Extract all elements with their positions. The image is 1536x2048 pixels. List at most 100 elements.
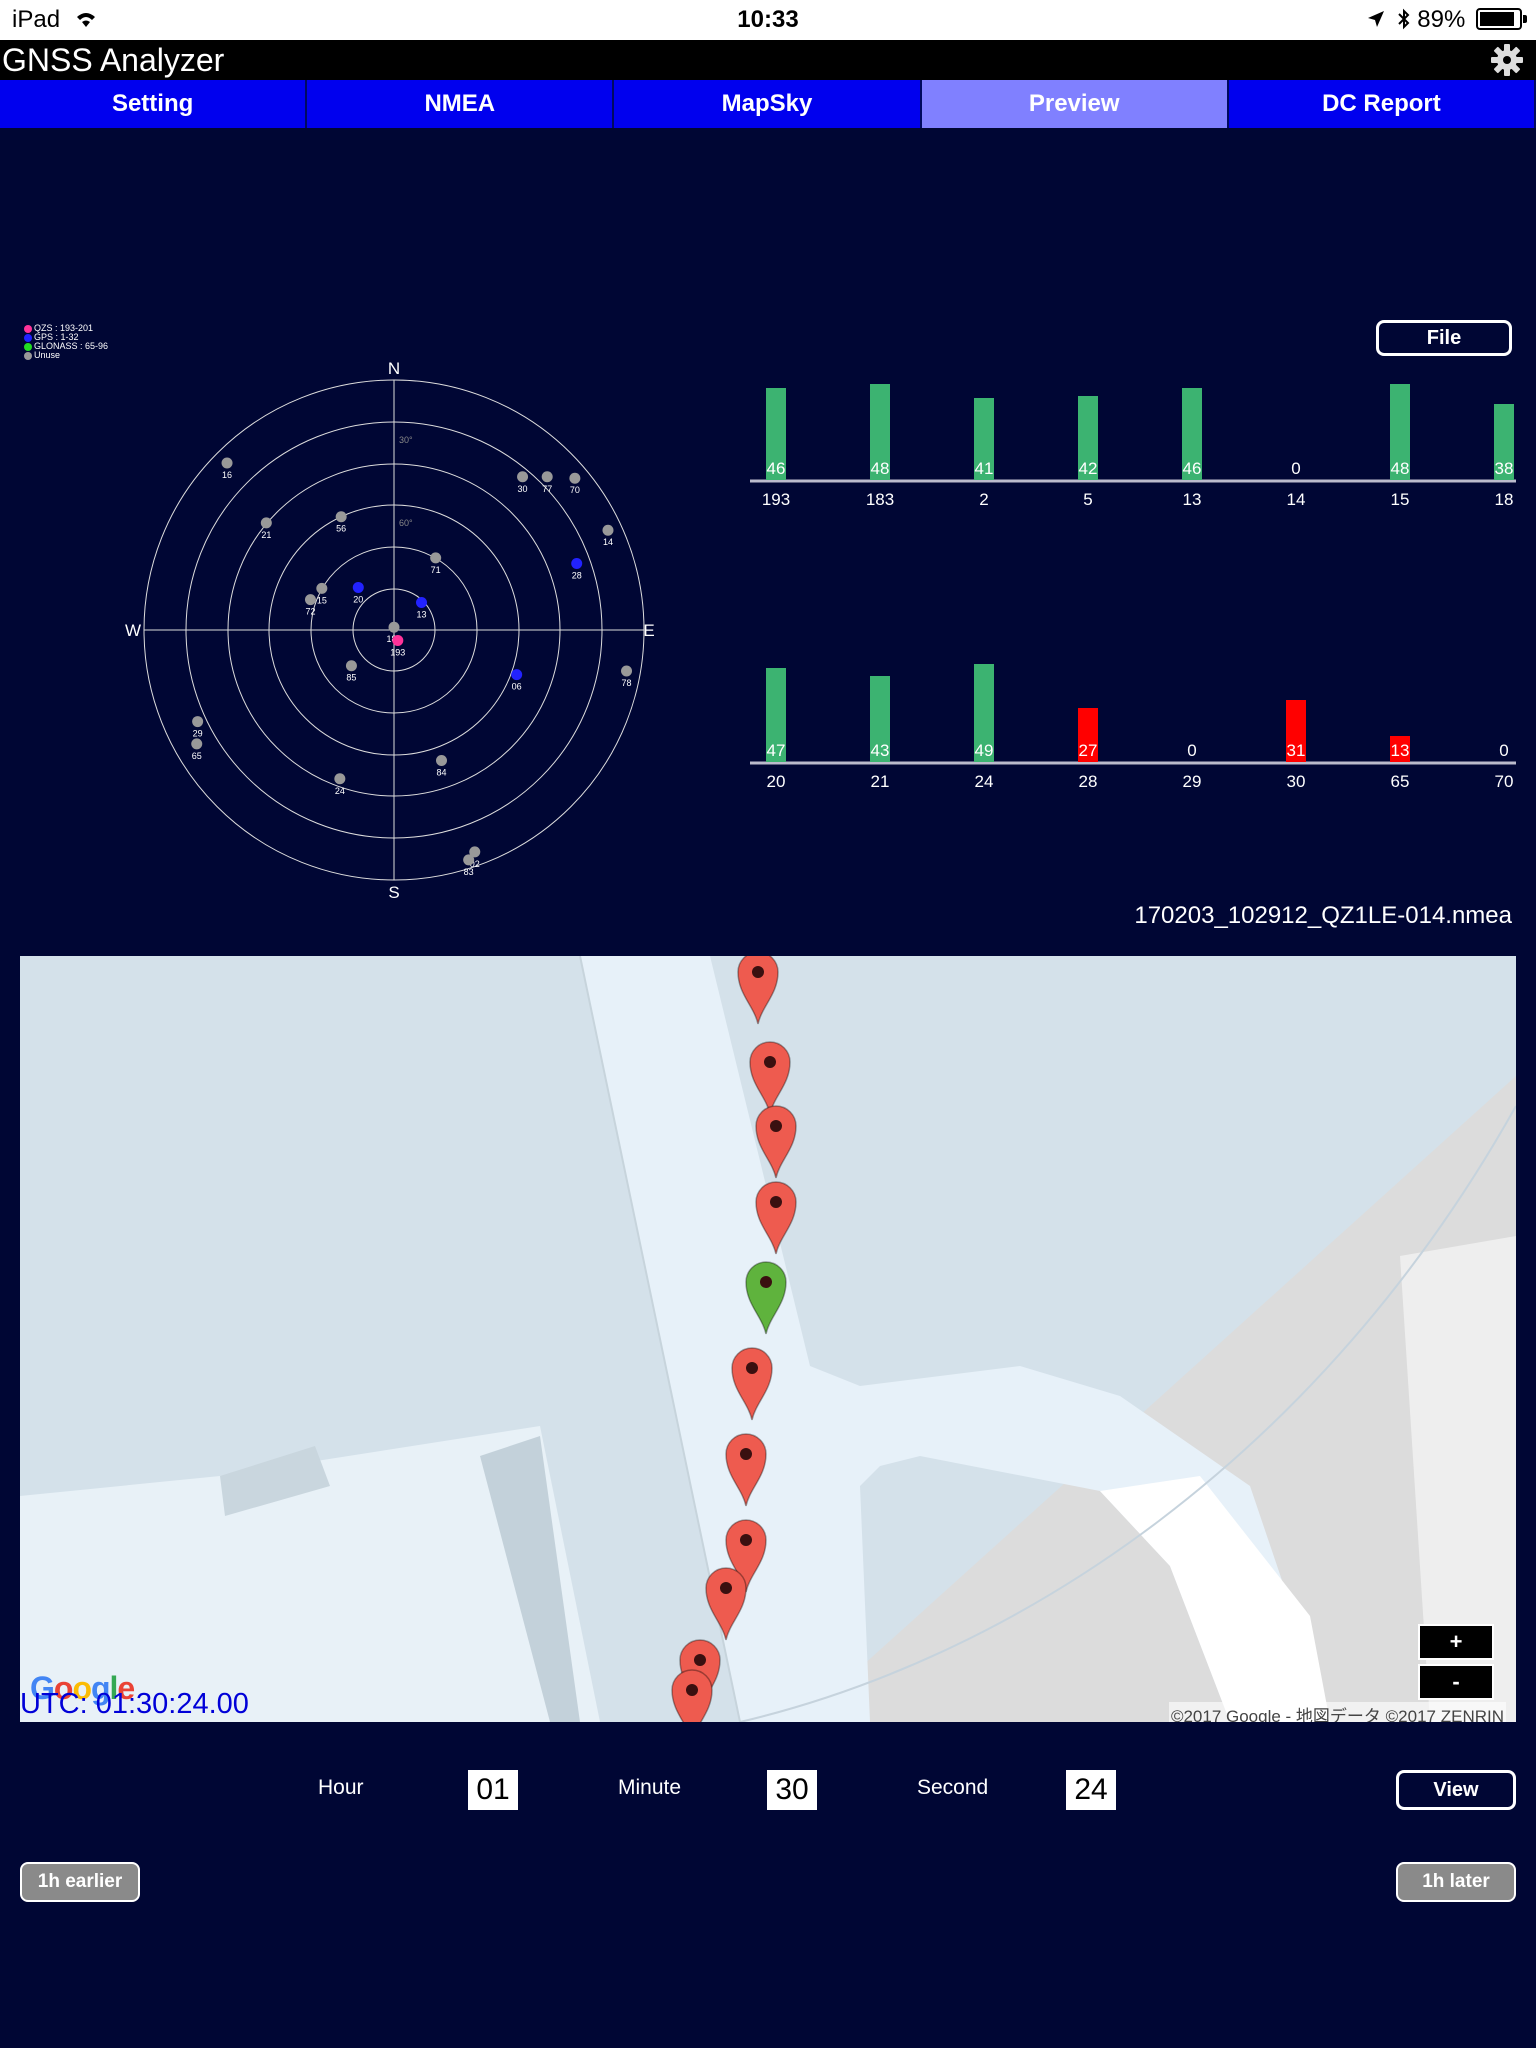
satellite-dot [463, 854, 475, 866]
satellite-dot [260, 517, 272, 529]
map-attribution: ©2017 Google - 地図データ ©2017 ZENRIN [1168, 1702, 1506, 1722]
location-arrow-icon [1367, 11, 1384, 27]
satellite-id-label: 183 [866, 490, 894, 509]
satellite-id-label: 18 [1495, 490, 1514, 509]
satellite-label: 16 [222, 470, 232, 480]
hour-input[interactable]: 01 [468, 1770, 518, 1810]
satellite-dot [571, 557, 583, 569]
second-input[interactable]: 24 [1066, 1770, 1116, 1810]
satellite-dot [541, 471, 553, 483]
satellite-dot [192, 716, 204, 728]
satellite-label: 15 [317, 595, 327, 605]
status-bar: iPad 10:33 89% [0, 0, 1536, 40]
file-button[interactable]: File [1376, 320, 1512, 356]
utc-time-label: UTC: 01:30:24.00 [20, 1688, 249, 1720]
snr-chart: 4619348183412425461301448153818472043214… [750, 384, 1516, 790]
snr-value-label: 27 [1079, 741, 1098, 760]
satellite-dot [569, 472, 581, 484]
bluetooth-icon [1397, 8, 1410, 30]
direction-e: E [643, 621, 654, 640]
gear-icon[interactable] [1490, 43, 1524, 77]
battery-icon [1476, 8, 1527, 30]
satellite-id-label: 65 [1391, 772, 1410, 790]
satellite-dot [335, 511, 347, 523]
satellite-label: 71 [431, 565, 441, 575]
title-bar: GNSS Analyzer [0, 40, 1536, 80]
satellite-id-label: 70 [1495, 772, 1514, 790]
app-title: GNSS Analyzer [2, 42, 225, 78]
map-pin-icon[interactable] [736, 956, 780, 1026]
satellite-label: 84 [436, 768, 446, 778]
map-pin-icon[interactable] [730, 1344, 774, 1422]
map-pin-icon[interactable] [754, 1178, 798, 1256]
ring-label: 30° [399, 435, 413, 445]
satellite-label: 21 [261, 530, 271, 540]
satellite-label: 30 [518, 484, 528, 494]
zoom-in-button[interactable]: + [1418, 1624, 1494, 1660]
satellite-id-label: 2 [979, 490, 988, 509]
snr-value-label: 48 [871, 459, 890, 478]
satellite-dot [430, 552, 442, 564]
1h-earlier-button[interactable]: 1h earlier [20, 1862, 140, 1902]
minute-input[interactable]: 30 [767, 1770, 817, 1810]
snr-value-label: 46 [767, 459, 786, 478]
clock: 10:33 [737, 6, 799, 33]
ring-label: 60° [399, 518, 413, 528]
satellite-label: 70 [570, 485, 580, 495]
satellite-dot [304, 594, 316, 606]
satellite-dot [191, 738, 203, 750]
satellite-dot [517, 471, 529, 483]
direction-n: N [388, 359, 400, 378]
nmea-filename: 170203_102912_QZ1LE-014.nmea [1134, 902, 1512, 929]
satellite-label: 24 [335, 786, 345, 796]
second-label: Second [917, 1776, 989, 1799]
satellite-label: 77 [542, 484, 552, 494]
tab-dc-report[interactable]: DC Report [1228, 80, 1536, 128]
satellite-id-label: 24 [975, 772, 994, 790]
satellite-label: 72 [305, 607, 315, 617]
snr-value-label: 42 [1079, 459, 1098, 478]
view-button[interactable]: View [1396, 1770, 1516, 1810]
satellite-id-label: 5 [1083, 490, 1092, 509]
battery-fill [1480, 12, 1514, 26]
satellite-label: 13 [416, 610, 426, 620]
satellite-id-label: 29 [1183, 772, 1202, 790]
hour-label: Hour [318, 1776, 364, 1799]
tab-setting[interactable]: Setting [0, 80, 308, 128]
satellite-dot [621, 665, 633, 677]
satellite-dot [415, 597, 427, 609]
map-pin-icon[interactable] [724, 1430, 768, 1508]
map-pin-icon[interactable] [754, 1102, 798, 1180]
map-pin-icon[interactable] [704, 1564, 748, 1642]
direction-w: W [125, 621, 141, 640]
satellite-label: 06 [512, 682, 522, 692]
snr-value-label: 49 [975, 741, 994, 760]
satellite-label: 20 [353, 594, 363, 604]
satellite-dot [392, 634, 404, 646]
zoom-out-button[interactable]: - [1418, 1664, 1494, 1700]
satellite-id-label: 13 [1183, 490, 1202, 509]
snr-value-label: 0 [1187, 741, 1196, 760]
map-view[interactable]: Google UTC: 01:30:24.00 ©2017 Google - 地… [20, 956, 1516, 1722]
sky-plot-svg: 30° 60° N S E W 183307770147113287806193… [125, 359, 655, 902]
tab-nmea[interactable]: NMEA [307, 80, 615, 128]
snr-value-label: 46 [1183, 459, 1202, 478]
map-pin-icon[interactable] [670, 1666, 714, 1722]
satellite-dot [221, 457, 233, 469]
1h-later-button[interactable]: 1h later [1396, 1862, 1516, 1902]
minute-label: Minute [618, 1776, 682, 1799]
satellite-id-label: 193 [762, 490, 790, 509]
snr-value-label: 0 [1291, 459, 1300, 478]
battery-percent: 89% [1417, 6, 1466, 33]
satellite-label: 193 [390, 647, 405, 657]
tab-mapsky[interactable]: MapSky [614, 80, 922, 128]
satellite-id-label: 20 [767, 772, 786, 790]
satellite-dot [334, 773, 346, 785]
tab-preview[interactable]: Preview [921, 80, 1229, 128]
satellite-label: 83 [464, 867, 474, 877]
snr-value-label: 38 [1495, 459, 1514, 478]
sky-plot: QZS : 193-201 GPS : 1-32 GLONASS : 65-96… [0, 300, 700, 920]
map-pin-icon[interactable] [744, 1258, 788, 1336]
satellite-label: 29 [193, 729, 203, 739]
satellite-label: 85 [346, 673, 356, 683]
